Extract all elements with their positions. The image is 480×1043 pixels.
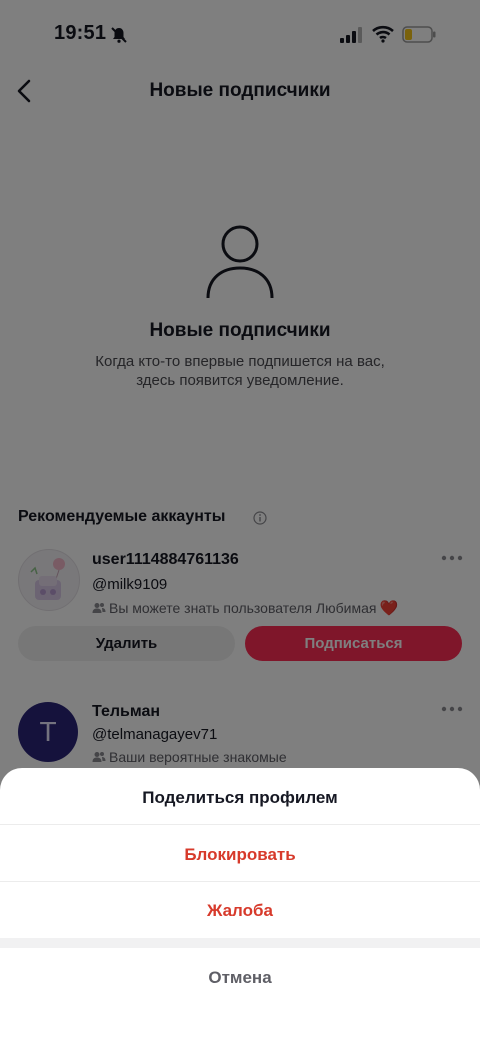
share-profile-option[interactable]: Поделиться профилем	[0, 788, 480, 808]
section-gap	[0, 938, 480, 948]
divider	[0, 824, 480, 825]
report-option[interactable]: Жалоба	[0, 901, 480, 921]
action-sheet: Поделиться профилем Блокировать Жалоба О…	[0, 768, 480, 1043]
block-option[interactable]: Блокировать	[0, 845, 480, 865]
cancel-button[interactable]: Отмена	[0, 968, 480, 988]
divider	[0, 881, 480, 882]
new-followers-screen: 19:51 Новые подписчики Новые подписчики …	[0, 0, 480, 1043]
